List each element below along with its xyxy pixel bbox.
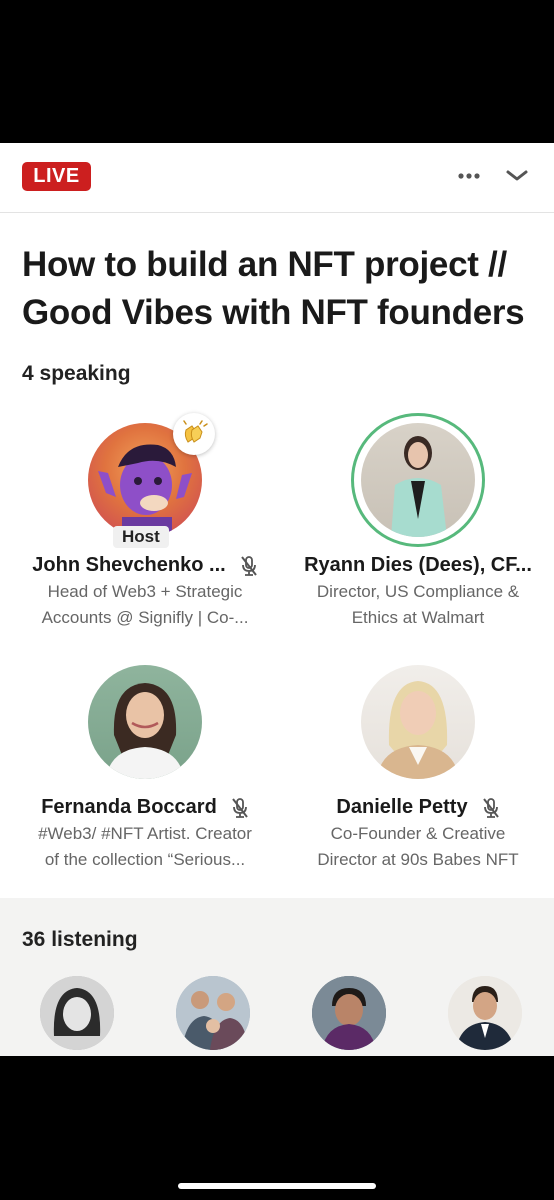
avatar-speaking-ring[interactable] — [351, 413, 485, 547]
speaker-card-danielle[interactable]: Danielle Petty Co-Founder & Creative Dir… — [283, 655, 553, 885]
mic-muted-icon — [240, 555, 258, 577]
speaker-headline-line1: Co-Founder & Creative — [330, 824, 506, 843]
speaker-name-row: Ryann Dies (Dees), CF... — [283, 554, 553, 577]
speaker-name: Danielle Petty — [336, 796, 468, 818]
status-bar-area — [0, 0, 554, 143]
live-badge: LIVE — [22, 162, 91, 191]
collapse-button[interactable] — [503, 165, 531, 187]
speaker-headline: Head of Web3 + Strategic Accounts @ Sign… — [18, 579, 272, 631]
chevron-down-icon — [506, 170, 528, 181]
reaction-badge — [173, 413, 215, 455]
listener-avatar[interactable] — [176, 976, 250, 1050]
mic-muted-icon — [231, 797, 249, 819]
mic-muted-icon — [482, 797, 500, 819]
speaker-headline: Co-Founder & Creative Director at 90s Ba… — [291, 821, 545, 873]
speaker-headline: Director, US Compliance & Ethics at Walm… — [291, 579, 545, 631]
listening-heading: 36 listening — [22, 928, 138, 951]
listener-avatar[interactable] — [448, 976, 522, 1050]
more-options-button[interactable] — [455, 165, 483, 187]
audio-event-sheet: LIVE How to build an NFT project // Good… — [0, 143, 554, 1056]
speaker-headline-line2: Accounts @ Signifly | Co-... — [41, 608, 249, 627]
speaking-heading: 4 speaking — [22, 362, 131, 385]
person-photo — [312, 976, 386, 1050]
event-title: How to build an NFT project // Good Vibe… — [22, 241, 537, 337]
sheet-header: LIVE — [0, 143, 554, 213]
speaker-card-john[interactable]: Host John Shevchenko ... Head of Web3 + … — [10, 413, 280, 643]
speaker-headline-line1: Head of Web3 + Strategic — [47, 582, 243, 601]
avatar[interactable] — [88, 665, 202, 779]
group-photo — [176, 976, 250, 1050]
event-title-line2: Good Vibes with NFT founders — [22, 293, 525, 332]
person-photo — [40, 976, 114, 1050]
host-badge: Host — [113, 526, 169, 548]
speaker-name-row: Danielle Petty — [283, 796, 553, 819]
speaker-headline-line1: Director, US Compliance & — [316, 582, 520, 601]
person-photo — [377, 681, 459, 779]
avatar — [361, 423, 475, 537]
speaker-name: Fernanda Boccard — [41, 796, 217, 818]
person-photo — [448, 976, 522, 1050]
person-photo — [106, 683, 184, 779]
clapping-hands-icon — [183, 420, 208, 443]
speaker-name: Ryann Dies (Dees), CF... — [304, 554, 532, 576]
person-photo — [391, 436, 447, 537]
speaker-headline-line2: of the collection “Serious... — [44, 850, 246, 869]
listener-avatar[interactable] — [40, 976, 114, 1050]
listener-avatar[interactable] — [312, 976, 386, 1050]
speaker-name-row: Fernanda Boccard — [10, 796, 280, 819]
avatar[interactable] — [361, 665, 475, 779]
home-indicator[interactable] — [178, 1183, 376, 1189]
event-title-line1: How to build an NFT project // — [22, 245, 507, 284]
speaker-headline-line2: Director at 90s Babes NFT — [317, 850, 519, 869]
speaker-name-row: John Shevchenko ... — [10, 554, 280, 577]
speaker-card-ryann[interactable]: Ryann Dies (Dees), CF... Director, US Co… — [283, 413, 553, 643]
speaker-headline-line2: Ethics at Walmart — [351, 608, 485, 627]
speaker-headline: #Web3/ #NFT Artist. Creator of the colle… — [18, 821, 272, 873]
speaker-name: John Shevchenko ... — [32, 554, 226, 576]
speaker-card-fernanda[interactable]: Fernanda Boccard #Web3/ #NFT Artist. Cre… — [10, 655, 280, 885]
more-horizontal-icon — [458, 173, 480, 179]
listening-section: 36 listening — [0, 898, 554, 1056]
speaker-headline-line1: #Web3/ #NFT Artist. Creator — [38, 824, 252, 843]
